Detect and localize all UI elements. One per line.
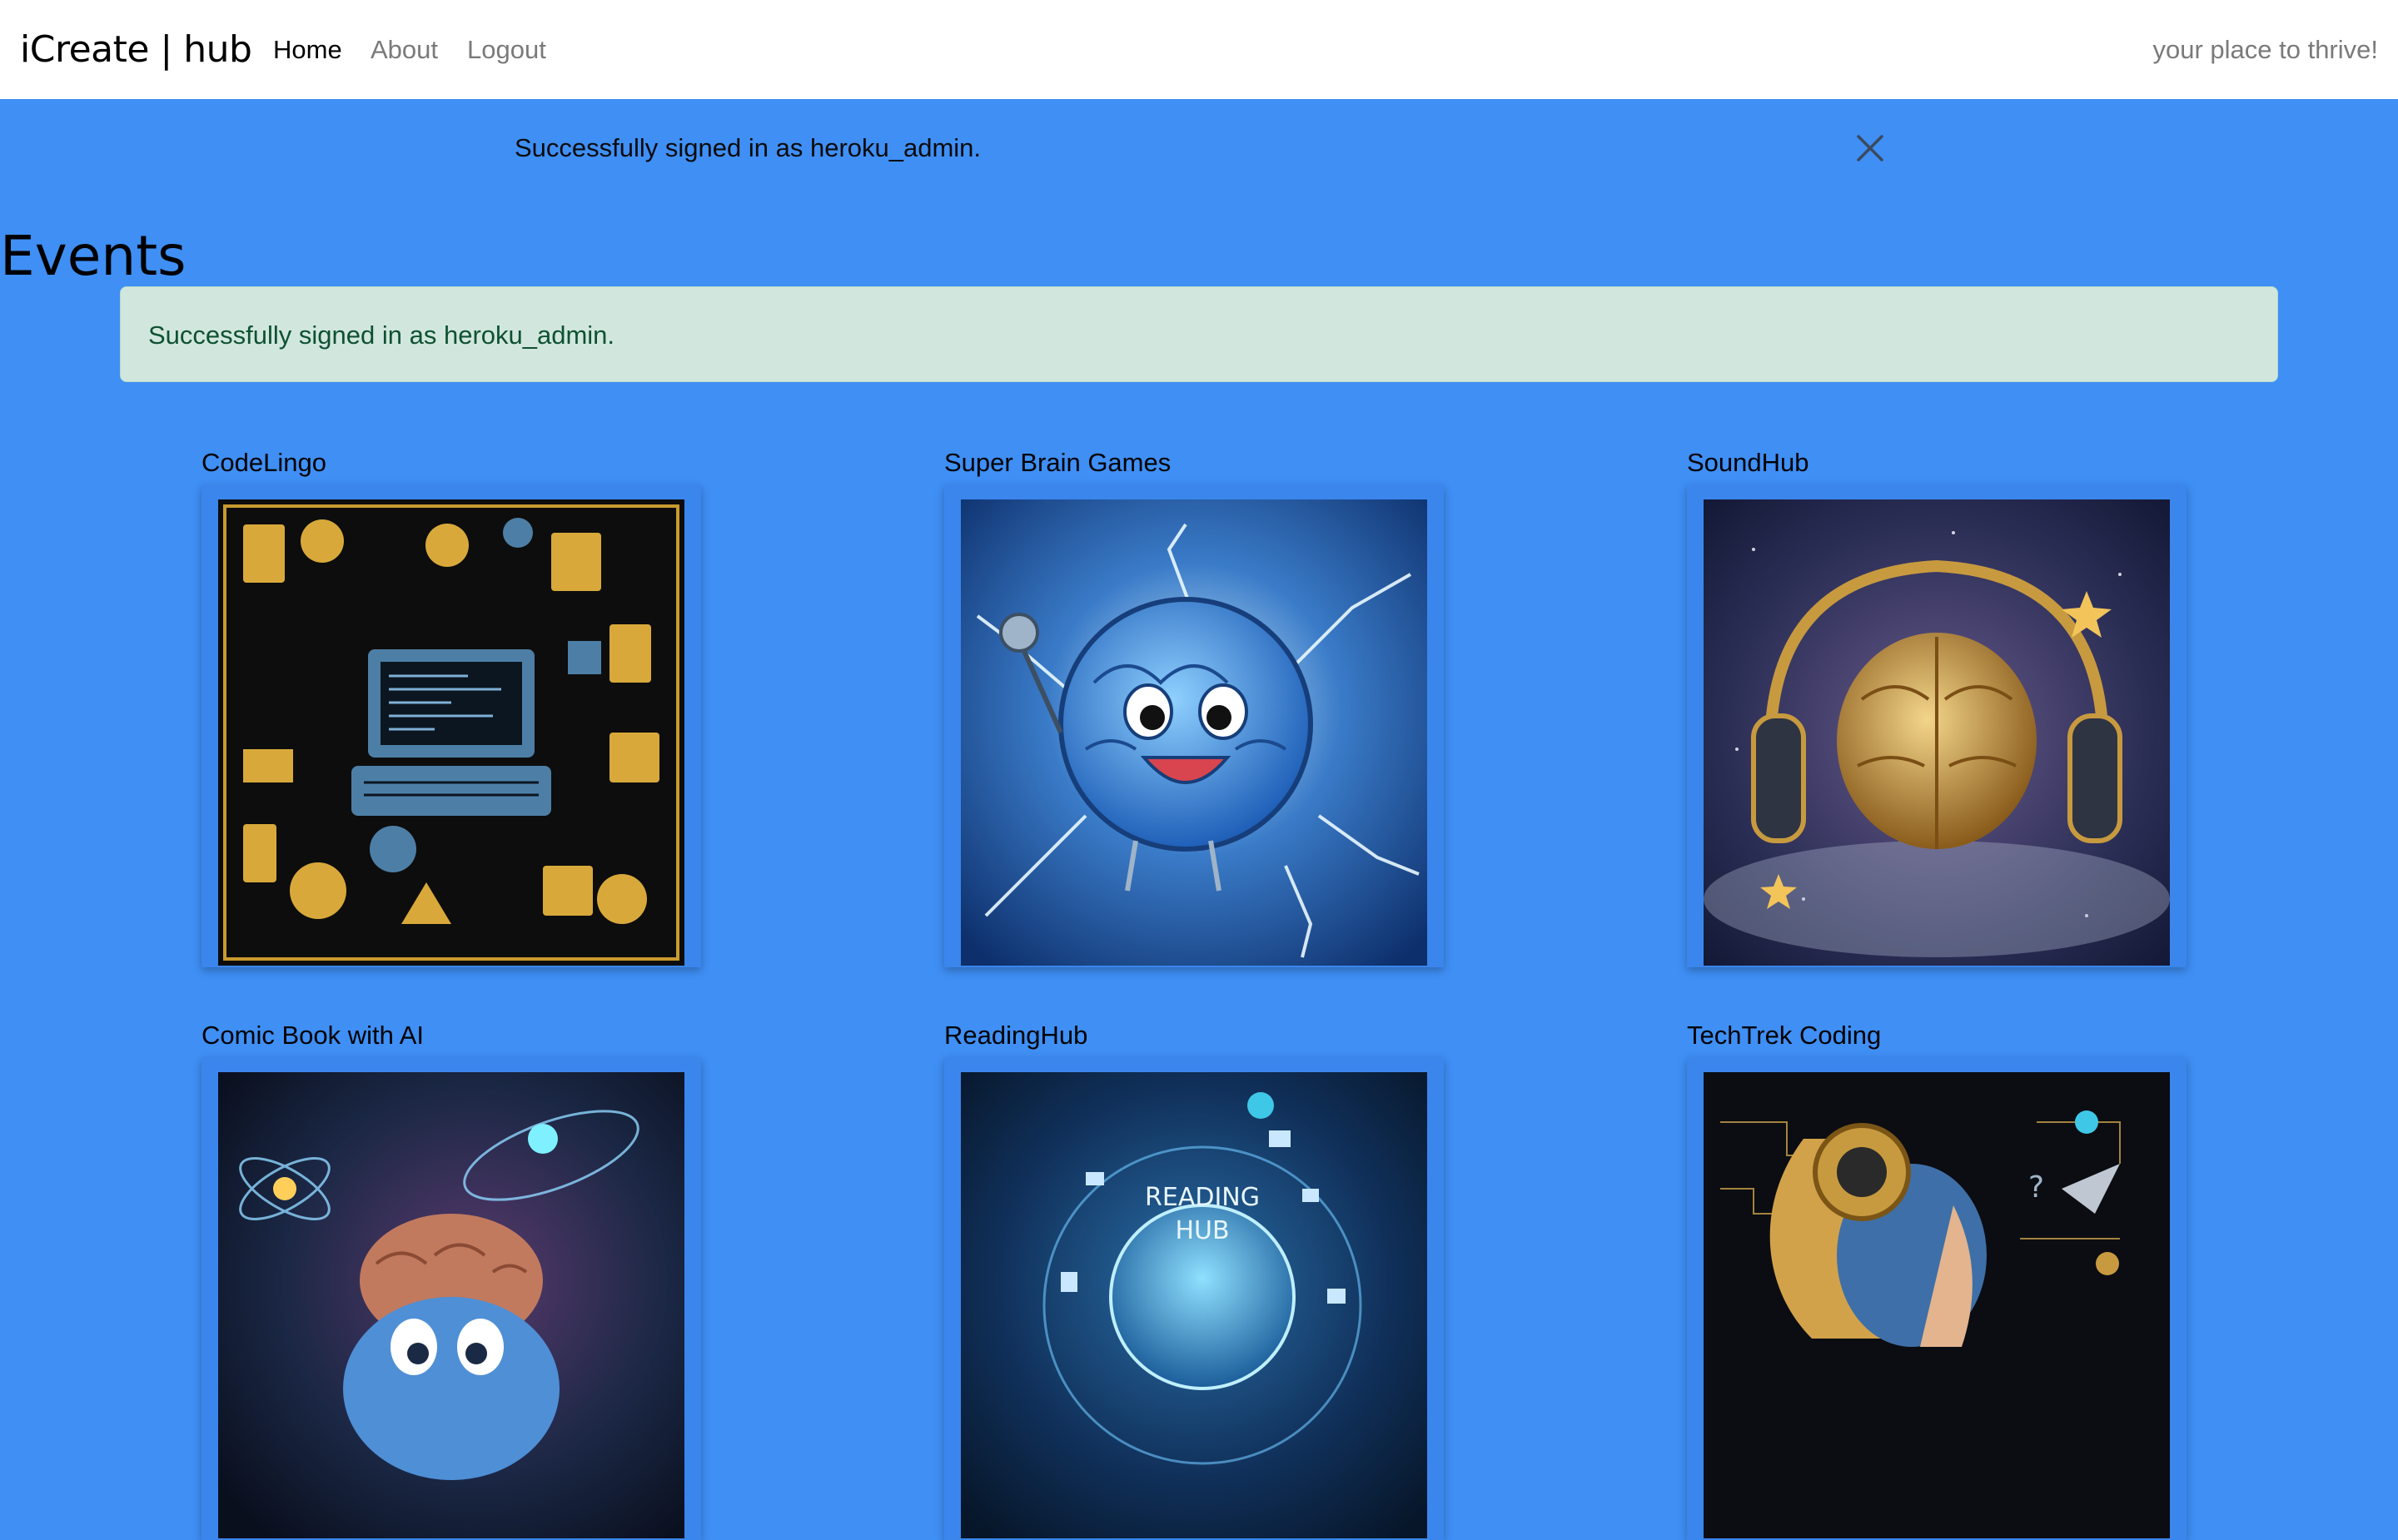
codelingo-illustration <box>218 499 684 966</box>
nav-link-about[interactable]: About <box>371 33 438 67</box>
navbar-tagline: your place to thrive! <box>2152 35 2378 64</box>
nav-link-logout[interactable]: Logout <box>467 33 546 67</box>
brand-logo-link[interactable]: iCreate | hub <box>20 27 252 73</box>
event-card-soundhub[interactable] <box>1687 484 2187 967</box>
success-alert-text: Successfully signed in as heroku_admin. <box>148 320 615 350</box>
reading-hub-text-line2: HUB <box>1175 1216 1229 1245</box>
event-card-comic-book-with-ai[interactable] <box>201 1057 701 1540</box>
nav-link-home[interactable]: Home <box>273 33 342 67</box>
event-title-readinghub[interactable]: ReadingHub <box>944 1019 1087 1052</box>
event-title-super-brain-games[interactable]: Super Brain Games <box>944 446 1171 479</box>
event-title-soundhub[interactable]: SoundHub <box>1687 446 1809 479</box>
reading-hub-globe-illustration: READING HUB <box>961 1072 1427 1538</box>
techtrek-girl-illustration: ? <box>1704 1072 2170 1538</box>
event-card-super-brain-games[interactable] <box>944 484 1444 967</box>
page-title: Events <box>0 224 187 288</box>
close-icon[interactable] <box>1852 130 1888 166</box>
brain-headphones-illustration <box>1704 499 2170 966</box>
flash-message-text: Successfully signed in as heroku_admin. <box>515 133 982 162</box>
reading-hub-text-line1: READING <box>1145 1183 1260 1212</box>
event-card-codelingo[interactable] <box>201 484 701 967</box>
navbar: iCreate | hub Home About Logout your pla… <box>0 0 2398 99</box>
event-title-codelingo[interactable]: CodeLingo <box>201 446 326 479</box>
success-alert: Successfully signed in as heroku_admin. <box>120 286 2278 382</box>
question-mark-icon: ? <box>2028 1170 2044 1205</box>
event-card-techtrek-coding[interactable]: ? <box>1687 1057 2187 1540</box>
event-title-comic-book-with-ai[interactable]: Comic Book with AI <box>201 1019 424 1052</box>
event-card-readinghub[interactable]: READING HUB <box>944 1057 1444 1540</box>
comic-brain-illustration <box>218 1072 684 1538</box>
brain-lightning-illustration <box>961 499 1427 966</box>
event-title-techtrek-coding[interactable]: TechTrek Coding <box>1687 1019 1881 1052</box>
